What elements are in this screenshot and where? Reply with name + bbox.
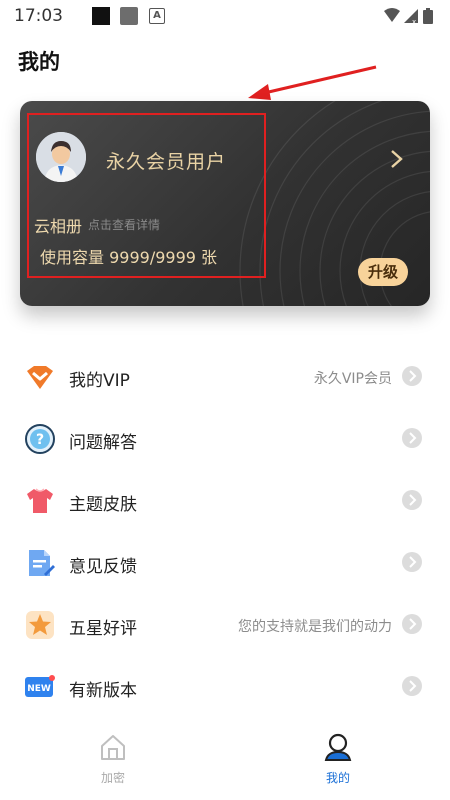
menu-item-theme[interactable]: 主题皮肤	[0, 470, 450, 532]
menu-item-label: 有新版本	[69, 681, 137, 701]
notification-square-icon	[92, 7, 110, 25]
menu-item-value: 您的支持就是我们的动力	[238, 619, 392, 635]
chevron-right-icon[interactable]	[386, 149, 406, 169]
star-icon	[26, 611, 54, 639]
upgrade-button[interactable]: 升级	[358, 258, 408, 286]
wifi-icon	[384, 8, 400, 22]
feedback-document-icon	[29, 550, 55, 576]
menu-item-new-version[interactable]: NEW 有新版本	[0, 656, 450, 718]
menu-item-label: 问题解答	[69, 433, 137, 453]
tshirt-icon	[27, 488, 53, 513]
tab-label: 我的	[325, 771, 350, 785]
page-title: 我的	[18, 50, 60, 74]
svg-text:x: x	[412, 18, 416, 25]
chevron-right-icon[interactable]	[402, 428, 422, 448]
menu-item-value: 永久VIP会员	[313, 371, 392, 387]
tab-label: 加密	[100, 771, 125, 785]
new-badge-icon: NEW	[25, 675, 55, 697]
menu-item-label: 五星好评	[69, 619, 137, 639]
menu-item-feedback[interactable]: 意见反馈	[0, 532, 450, 594]
notification-a-icon: A	[149, 8, 165, 24]
vip-diamond-icon	[27, 366, 53, 389]
menu-item-vip[interactable]: 我的VIP 永久VIP会员	[0, 346, 450, 408]
status-icons: x	[384, 8, 433, 25]
menu-item-label: 意见反馈	[69, 557, 137, 577]
tab-mine[interactable]: 我的	[298, 732, 378, 792]
chevron-right-icon[interactable]	[402, 676, 422, 696]
menu-item-faq[interactable]: ? 问题解答	[0, 408, 450, 470]
chevron-right-icon[interactable]	[402, 614, 422, 634]
profile-icon	[324, 733, 352, 761]
status-bar: 17:03 A x	[0, 0, 450, 32]
menu-item-label: 主题皮肤	[69, 495, 137, 515]
tab-encrypt[interactable]: 加密	[73, 732, 153, 792]
chevron-right-icon[interactable]	[402, 552, 422, 572]
chevron-right-icon[interactable]	[402, 490, 422, 510]
signal-icon: x	[404, 9, 418, 25]
bottom-nav: 加密 我的	[0, 722, 450, 800]
svg-text:NEW: NEW	[27, 684, 51, 694]
question-icon: ?	[25, 424, 55, 454]
annotation-highlight-box	[27, 113, 266, 278]
menu-item-rating[interactable]: 五星好评 您的支持就是我们的动力	[0, 594, 450, 656]
notification-gray-icon	[120, 7, 138, 25]
svg-text:?: ?	[36, 432, 44, 448]
battery-icon	[423, 8, 433, 24]
chevron-right-icon[interactable]	[402, 366, 422, 386]
menu-item-label: 我的VIP	[69, 371, 130, 391]
home-lock-icon	[101, 735, 125, 760]
status-time: 17:03	[14, 6, 63, 26]
